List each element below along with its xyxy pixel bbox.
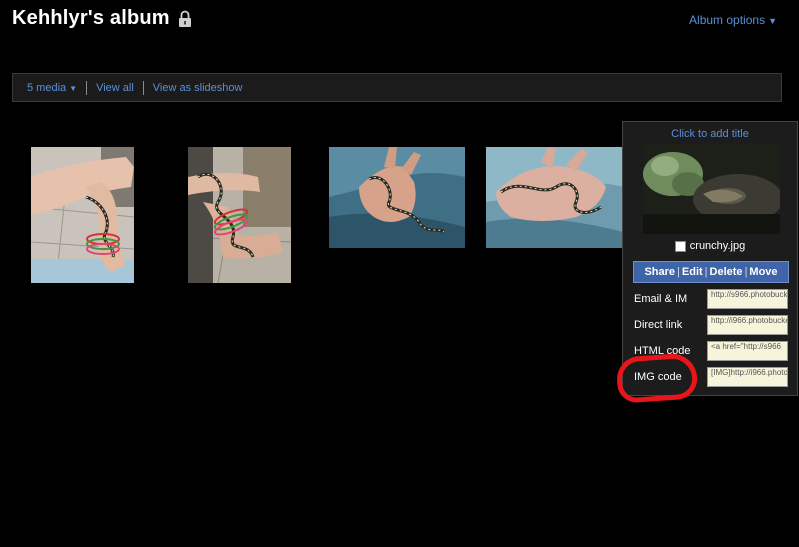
media-count-label: 5 media [27,81,67,94]
delete-button[interactable]: Delete [708,266,745,278]
share-button[interactable]: Share [642,266,677,278]
filename-label: crunchy.jpg [689,240,746,252]
email-im-code-field[interactable]: http://s966.photobucket.com [707,289,788,309]
html-code-field[interactable]: <a href="http://s966 [707,341,788,361]
album-header: Kehhlyr's album [12,7,192,30]
album-options-menu[interactable]: Album options ▼ [689,13,777,27]
album-title: Kehhlyr's album [12,7,170,29]
media-thumbnail[interactable] [486,147,623,248]
email-im-label: Email & IM [634,293,688,305]
img-code-field[interactable]: [IMG]http://i966.photobucket [707,367,788,387]
direct-link-code-field[interactable]: http://i966.photobucket.com [707,315,788,335]
email-im-row: Email & IM http://s966.photobucket.com [634,288,790,310]
view-slideshow-link[interactable]: View as slideshow [144,82,252,94]
media-detail-panel: Click to add title crunchy.jpg Share | E… [622,121,798,396]
media-thumbnail[interactable] [329,147,465,248]
view-all-link[interactable]: View all [87,82,143,94]
direct-link-label: Direct link [634,319,683,331]
chevron-down-icon: ▼ [768,16,777,26]
selected-media-preview[interactable] [643,144,780,234]
filename-row: crunchy.jpg [623,240,797,252]
media-thumbnail[interactable] [188,147,291,283]
media-action-bar: Share | Edit | Delete | Move [633,261,789,283]
html-code-label: HTML code [634,345,691,357]
album-toolbar: 5 media ▼ View all View as slideshow [12,73,782,102]
html-code-row: HTML code <a href="http://s966 [634,340,790,362]
media-count-dropdown[interactable]: 5 media ▼ [13,82,86,94]
album-options-label: Album options [689,13,766,27]
img-code-label: IMG code [634,371,682,383]
direct-link-row: Direct link http://i966.photobucket.com [634,314,790,336]
chevron-down-icon: ▼ [69,83,78,93]
edit-button[interactable]: Edit [680,266,705,278]
media-thumbnail[interactable] [31,147,134,283]
lock-icon [178,10,192,28]
add-title-link[interactable]: Click to add title [623,128,797,140]
move-button[interactable]: Move [747,266,779,278]
img-code-row: IMG code [IMG]http://i966.photobucket [634,366,790,388]
select-checkbox[interactable] [674,240,686,252]
